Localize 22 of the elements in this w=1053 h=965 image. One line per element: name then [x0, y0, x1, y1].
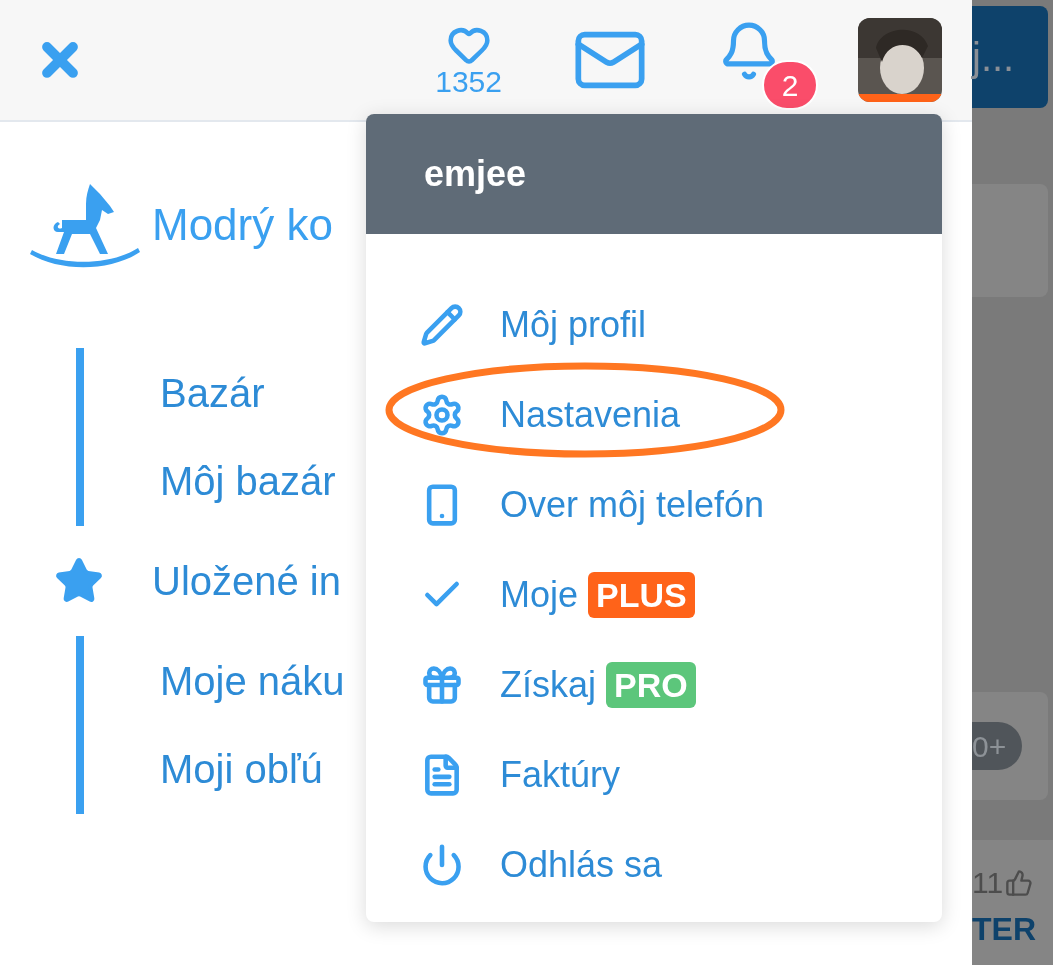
- menu-item-link[interactable]: Over môj telefón: [500, 478, 765, 532]
- menu-item-link[interactable]: Odhlás sa: [500, 838, 663, 892]
- action-button[interactable]: j...: [972, 6, 1048, 108]
- pencil-icon: [420, 303, 464, 347]
- heading-text: TER: [972, 913, 1036, 945]
- count-pill: 0+: [972, 722, 1022, 770]
- menu-item-link[interactable]: Faktúry: [500, 748, 621, 802]
- gift-icon: [420, 663, 464, 707]
- plan-badge: PLUS: [588, 572, 695, 618]
- power-icon: [420, 843, 464, 887]
- settings-icon: [420, 393, 464, 437]
- username: emjee: [424, 152, 527, 196]
- notification-badge: 2: [762, 60, 818, 110]
- sidebar-link[interactable]: Uložené in: [152, 551, 341, 611]
- favorites-button[interactable]: 1352: [435, 23, 502, 97]
- thumbs-up-icon: [1005, 868, 1034, 897]
- like-count: 11: [972, 865, 1004, 901]
- plan-badge: PRO: [606, 662, 696, 708]
- menu-item-link[interactable]: Môj profil: [500, 298, 647, 352]
- logo-text: Modrý ko: [152, 199, 333, 251]
- menu-item-link[interactable]: Moje: [500, 568, 579, 622]
- menu-item-link[interactable]: Získaj: [500, 658, 596, 712]
